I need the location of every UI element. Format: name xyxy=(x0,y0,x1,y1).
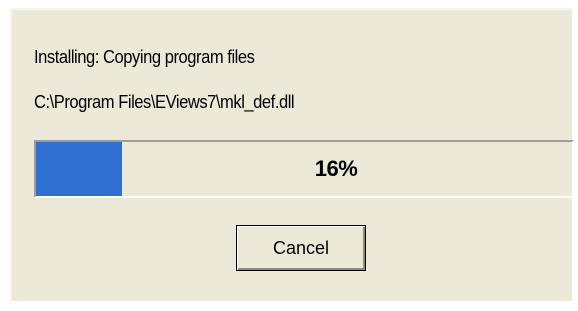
cancel-button[interactable]: Cancel xyxy=(236,225,366,271)
progress-percent-label: 16% xyxy=(314,156,358,181)
current-file-path: C:\Program Files\EViews7\mkl_def.dll xyxy=(34,92,295,112)
progress-bar: 16% xyxy=(34,140,574,198)
installer-dialog: Installing: Copying program files C:\Pro… xyxy=(10,8,574,303)
install-status-text: Installing: Copying program files xyxy=(34,47,255,67)
